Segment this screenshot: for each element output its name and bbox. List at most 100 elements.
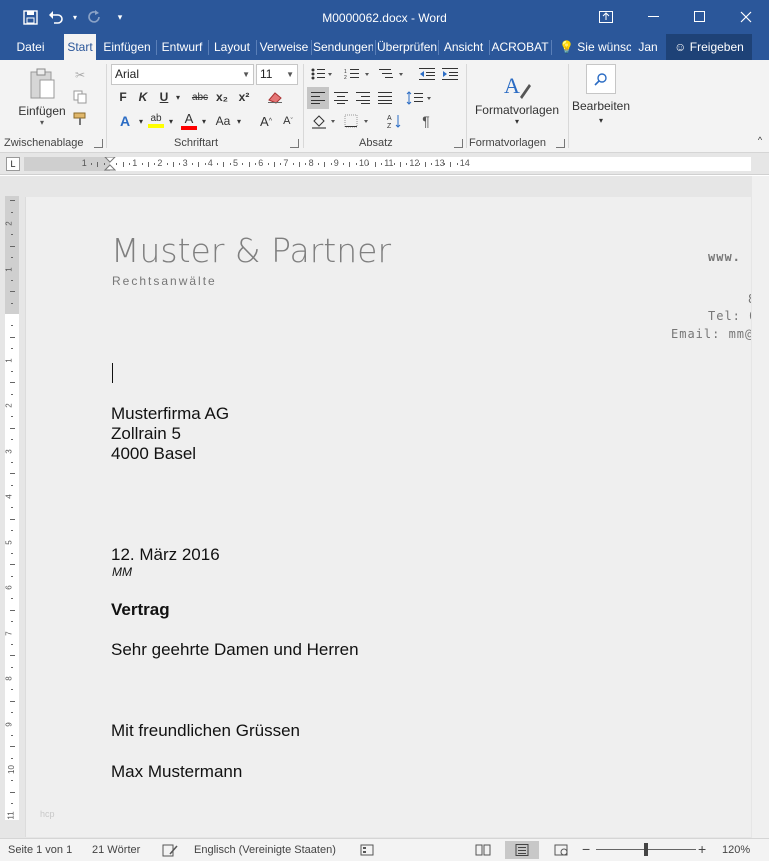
search-icon[interactable] [586,64,616,94]
svg-text:A: A [387,115,392,122]
text-effects-icon[interactable]: A [113,112,137,130]
italic-button[interactable]: K [134,88,152,106]
tab-home[interactable]: Start [64,34,96,60]
proofing-icon[interactable] [162,844,178,860]
letter-subject: Vertrag [111,600,170,619]
change-case-button[interactable]: Aa [212,112,234,130]
clipboard-launcher-icon[interactable] [94,139,103,148]
tab-design[interactable]: Entwurf [158,34,206,60]
ruler-tick [431,163,433,165]
editing-dropdown-icon[interactable]: ▾ [594,114,608,126]
vertical-ruler-tick [9,609,15,611]
shrink-font-icon[interactable]: Aˇ [279,112,297,130]
ribbon-display-options-icon[interactable] [583,0,629,34]
editing-button[interactable]: Bearbeiten [570,98,632,114]
vertical-ruler-number: 7 [4,630,14,636]
chevron-down-icon: ▼ [286,70,294,79]
underline-dropdown-icon[interactable]: ▾ [173,88,183,106]
superscript-button[interactable]: x² [234,88,254,106]
sort-icon[interactable]: AZ [384,111,406,131]
cut-icon[interactable]: ✂ [70,66,90,84]
ribbon-tabs: Datei Start Einfügen Entwurf Layout Verw… [0,34,769,60]
ruler-tick [425,161,426,167]
highlight-icon[interactable]: ab [146,110,166,130]
tab-view[interactable]: Ansicht [440,34,487,60]
tab-layout[interactable]: Layout [210,34,254,60]
vertical-ruler-margin [5,196,19,314]
numbering-icon[interactable]: 12 [342,65,372,83]
change-case-dropdown-icon[interactable]: ▾ [234,112,244,130]
horizontal-ruler[interactable]: 1 1 2 3 4 5 6 7 8 9 10 11 12 13 14 [24,157,751,171]
borders-icon[interactable] [342,111,372,131]
tab-selector-icon[interactable]: L [6,157,20,171]
styles-dropdown-icon: ▾ [514,116,519,126]
format-painter-icon[interactable] [70,110,90,128]
font-color-dropdown-icon[interactable]: ▾ [199,112,209,130]
show-formatting-marks-icon[interactable]: ¶ [416,111,436,131]
strikethrough-button[interactable]: abc [189,88,211,106]
tab-acrobat[interactable]: ACROBAT [491,34,549,60]
ruler-tick [393,163,395,165]
tab-file[interactable]: Datei [8,34,53,60]
minimize-icon[interactable] [631,0,677,34]
paragraph-launcher-icon[interactable] [454,139,463,148]
decrease-indent-icon[interactable] [417,65,437,83]
highlight-dropdown-icon[interactable]: ▾ [166,112,176,130]
macro-recording-icon[interactable] [360,844,374,859]
ruler-tick [406,163,408,165]
clear-formatting-icon[interactable] [264,88,286,106]
subscript-button[interactable]: x₂ [212,88,232,106]
collapse-ribbon-icon[interactable]: ^ [754,134,766,146]
font-name-combo[interactable]: Arial ▼ [111,64,254,85]
align-left-icon[interactable] [307,87,329,109]
increase-indent-icon[interactable] [440,65,460,83]
underline-button[interactable]: U [155,88,173,106]
tab-mailings[interactable]: Sendungen [313,34,373,60]
vertical-ruler-tick [11,211,13,213]
align-center-icon[interactable] [330,87,352,109]
vertical-ruler-tick [11,393,13,395]
font-color-icon[interactable]: A [179,110,199,130]
web-layout-icon[interactable] [549,841,573,859]
page-count[interactable]: Seite 1 von 1 [8,844,72,856]
zoom-out-button[interactable]: − [582,841,590,857]
maximize-icon[interactable] [677,0,723,34]
styles-button[interactable]: A Formatvorlagen ▾ [472,64,562,132]
multilevel-list-icon[interactable] [376,65,406,83]
tab-insert[interactable]: Einfügen [100,34,154,60]
grow-font-icon[interactable]: A ^ [257,112,275,130]
font-size-combo[interactable]: 11 ▼ [256,64,298,85]
ruler-tick [267,163,269,165]
zoom-slider-thumb[interactable] [644,843,648,856]
styles-launcher-icon[interactable] [556,139,565,148]
word-count[interactable]: 21 Wörter [92,844,140,856]
copy-icon[interactable] [70,88,90,106]
vertical-ruler-number: 9 [4,721,14,727]
close-icon[interactable] [723,0,769,34]
zoom-level[interactable]: 120% [722,844,750,856]
tell-me-box[interactable]: 💡 Sie wünschen... [559,34,631,60]
print-layout-icon[interactable] [505,841,539,859]
paste-button[interactable]: Einfügen ▾ [18,66,66,128]
text-effects-dropdown-icon[interactable]: ▾ [136,112,146,130]
line-spacing-icon[interactable] [404,87,434,109]
tab-review[interactable]: Überprüfen [377,34,437,60]
language-status[interactable]: Englisch (Vereinigte Staaten) [194,844,336,856]
zoom-in-button[interactable]: + [698,841,706,857]
vertical-ruler[interactable]: 2 1 1 2 3 4 5 6 7 8 9 10 11 [5,196,19,820]
ruler-tick [324,161,326,167]
user-name[interactable]: Jan [636,34,660,60]
paste-dropdown-icon[interactable]: ▾ [40,118,44,127]
document-page[interactable]: Muster & Partner Rechtsanwälte www. 8 Te… [25,197,751,837]
ruler-tick [173,161,174,167]
bullets-icon[interactable] [309,65,335,83]
font-launcher-icon[interactable] [290,139,299,148]
vertical-scrollbar[interactable] [752,176,769,838]
justify-icon[interactable] [374,87,396,109]
align-right-icon[interactable] [352,87,374,109]
shading-icon[interactable] [309,111,339,131]
read-mode-icon[interactable] [471,841,495,859]
bold-button[interactable]: F [114,88,132,106]
share-button[interactable]: ☺ Freigeben [666,34,752,60]
tab-references[interactable]: Verweise [258,34,310,60]
